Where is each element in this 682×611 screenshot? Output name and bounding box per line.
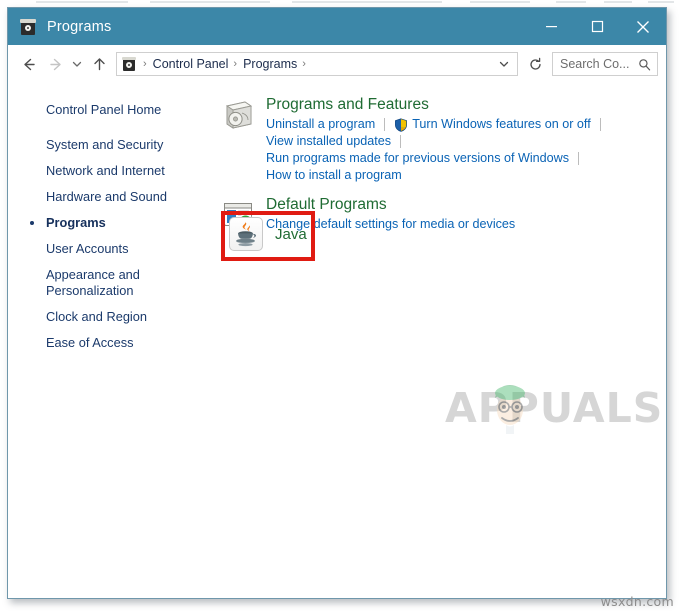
desktop-artifact (36, 1, 128, 3)
sidebar-item-appearance-and-personalization[interactable]: Appearance and Personalization (8, 267, 152, 299)
window-title: Programs (47, 18, 112, 35)
appuals-watermark: APPUALS (445, 382, 675, 434)
sidebar-item-hardware-and-sound[interactable]: Hardware and Sound (8, 189, 213, 205)
link-separator (599, 118, 601, 131)
breadcrumb-segment-control-panel[interactable]: Control Panel (151, 57, 231, 71)
desktop-artifact (150, 1, 270, 3)
minimize-button[interactable] (528, 8, 574, 45)
screenshot-root: Programs › Control Panel › Programs › Se… (0, 0, 682, 611)
breadcrumb-separator-trailing: › (302, 57, 306, 70)
control-panel-icon (19, 18, 37, 36)
maximize-button[interactable] (574, 8, 620, 45)
link-separator (578, 152, 580, 165)
category-programs-and-features: Programs and Features Uninstall a progra… (213, 95, 666, 184)
control-panel-icon (121, 56, 137, 72)
breadcrumb[interactable]: › Control Panel › Programs › (116, 52, 518, 76)
sidebar-item-programs[interactable]: Programs (8, 215, 213, 231)
appuals-watermark-text: APPUALS (445, 384, 664, 432)
breadcrumb-separator: › (143, 57, 147, 70)
java-icon (229, 217, 263, 251)
desktop-artifact (604, 1, 632, 3)
content-area: Programs and Features Uninstall a progra… (213, 83, 666, 598)
link-turn-windows-features-on-or-off[interactable]: Turn Windows features on or off (412, 116, 591, 133)
breadcrumb-segment-programs[interactable]: Programs (241, 57, 299, 71)
sidebar-item-system-and-security[interactable]: System and Security (8, 137, 213, 153)
appuals-mascot-icon (487, 378, 533, 434)
java-label: Java (275, 225, 307, 243)
search-input[interactable]: Search Co... (552, 52, 658, 76)
search-icon (636, 58, 657, 71)
programs-features-icon (220, 97, 256, 133)
title-bar: Programs (8, 8, 666, 45)
window-body: Control Panel Home System and Security N… (8, 83, 666, 598)
sidebar-item-network-and-internet[interactable]: Network and Internet (8, 163, 213, 179)
search-placeholder: Search Co... (560, 57, 630, 71)
sidebar-item-clock-and-region[interactable]: Clock and Region (8, 309, 213, 325)
link-separator (384, 118, 386, 131)
chevron-down-icon[interactable] (494, 58, 517, 70)
window-controls (528, 8, 666, 45)
sidebar-item-control-panel-home[interactable]: Control Panel Home (8, 102, 213, 118)
item-java[interactable]: Java (229, 217, 307, 251)
link-row: Change default settings for media or dev… (266, 216, 666, 233)
uac-shield-icon (394, 117, 408, 132)
forward-button[interactable] (42, 51, 68, 77)
link-row: How to install a program (266, 167, 666, 184)
breadcrumb-separator: › (233, 57, 238, 70)
link-how-to-install-a-program[interactable]: How to install a program (266, 167, 402, 184)
refresh-button[interactable] (524, 52, 546, 76)
link-row: Uninstall a program Turn Windows feature… (266, 116, 666, 133)
category-title[interactable]: Programs and Features (266, 95, 666, 115)
category-links: Uninstall a program Turn Windows feature… (266, 116, 666, 184)
link-row: Run programs made for previous versions … (266, 150, 666, 167)
link-uninstall-a-program[interactable]: Uninstall a program (266, 116, 375, 133)
recent-locations-button[interactable] (68, 51, 86, 77)
sidebar: Control Panel Home System and Security N… (8, 83, 213, 598)
category-title[interactable]: Default Programs (266, 195, 666, 215)
close-button[interactable] (620, 8, 666, 45)
link-run-programs-previous-versions[interactable]: Run programs made for previous versions … (266, 150, 569, 167)
address-toolbar: › Control Panel › Programs › Search Co..… (8, 45, 666, 83)
desktop-artifact (648, 1, 674, 3)
control-panel-window: Programs › Control Panel › Programs › Se… (7, 7, 667, 599)
category-links: Change default settings for media or dev… (266, 216, 666, 233)
desktop-artifact (470, 1, 530, 3)
up-button[interactable] (86, 51, 112, 77)
link-view-installed-updates[interactable]: View installed updates (266, 133, 391, 150)
link-separator (400, 135, 402, 148)
desktop-artifact (556, 1, 586, 3)
link-row: View installed updates (266, 133, 666, 150)
site-watermark: wsxdn.com (600, 594, 674, 609)
sidebar-item-ease-of-access[interactable]: Ease of Access (8, 335, 213, 351)
sidebar-item-user-accounts[interactable]: User Accounts (8, 241, 213, 257)
desktop-artifact (292, 1, 442, 3)
back-button[interactable] (16, 51, 42, 77)
